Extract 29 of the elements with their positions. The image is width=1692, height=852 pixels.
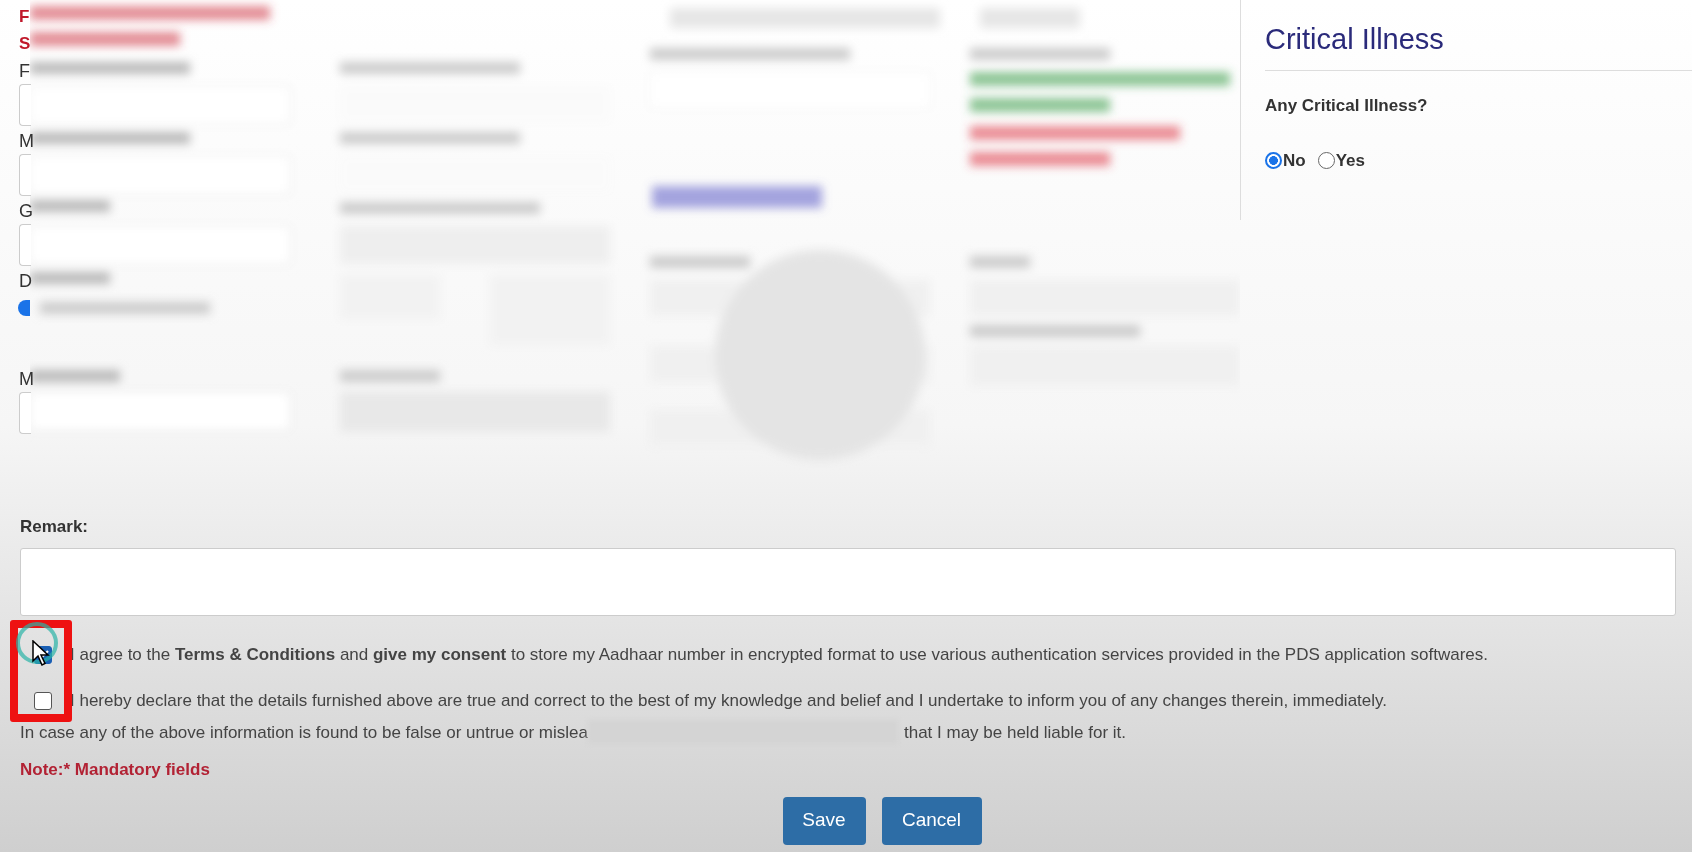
- save-button[interactable]: Save: [782, 796, 866, 845]
- input-field[interactable]: [19, 84, 31, 126]
- radio-option[interactable]: Yes: [1317, 148, 1365, 174]
- remark-field[interactable]: [20, 547, 1676, 616]
- input-field[interactable]: [19, 224, 31, 266]
- declaration-text: In case any of the above information is found to be false or untrue or mislea: [20, 721, 588, 744]
- mandatory-note: Note:* Mandatory fields: [20, 759, 211, 781]
- field-label: M: [19, 368, 34, 391]
- declaration-text: that I may be held liable for it.: [903, 721, 1126, 744]
- notice-text: F: [19, 6, 30, 28]
- field-label: G: [19, 200, 33, 223]
- question-label: Any Critical Illness?: [1265, 94, 1429, 117]
- radio-button[interactable]: [1265, 152, 1282, 170]
- radio-button[interactable]: [1317, 152, 1335, 170]
- radio-option[interactable]: No: [1265, 148, 1306, 174]
- field-label: M: [19, 130, 34, 153]
- remark-label: Remark:: [20, 516, 90, 538]
- cancel-button[interactable]: Cancel: [881, 796, 982, 845]
- field-label: D: [19, 270, 32, 293]
- notice-text: S: [19, 33, 31, 55]
- input-field[interactable]: [19, 392, 31, 434]
- declaration-text: I hereby declare that the details furnished above are true and correct to the best of my knowledge and belief and I undertake to inform you of any changes therein, immediately.: [70, 689, 1388, 712]
- field-label: F: [19, 60, 30, 83]
- declaration-text: I agree to the Terms & Conditions and give my consent to store my Aadhaar number in encrypted format to use various authentication services provided in the PDS application softwares.: [70, 643, 1488, 666]
- section-title: Critical Illness: [1265, 18, 1692, 71]
- radio-button[interactable]: [18, 300, 30, 316]
- checkbox[interactable]: [34, 691, 52, 710]
- input-field[interactable]: [19, 154, 31, 196]
- cursor-icon: [32, 640, 50, 666]
